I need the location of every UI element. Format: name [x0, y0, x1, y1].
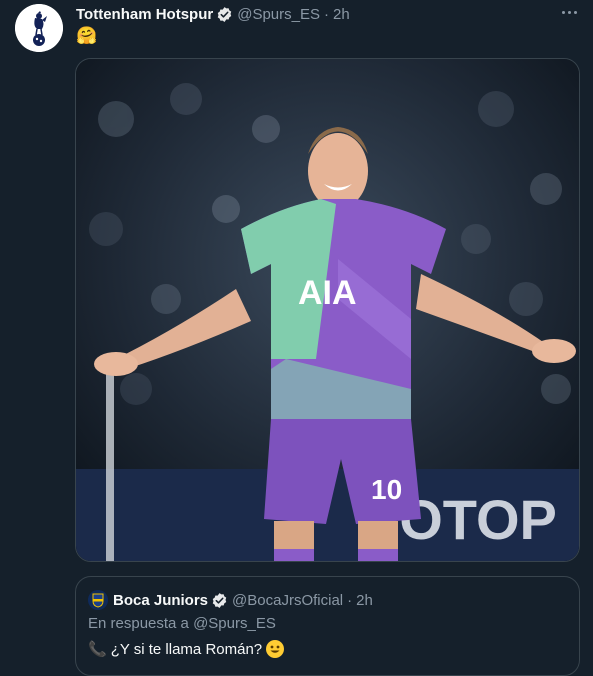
quote-text: ¿Y si te llama Román?: [110, 640, 263, 658]
quote-text-row: 📞 ¿Y si te llama Román?: [88, 640, 285, 658]
quote-time[interactable]: 2h: [356, 592, 373, 609]
tweet: Tottenham Hotspur @Spurs_ES · 2h 🤗 TOTOP…: [0, 0, 593, 676]
boca-crest-icon: [88, 590, 108, 610]
tweet-header: Tottenham Hotspur @Spurs_ES · 2h: [76, 4, 350, 24]
separator-dot: ·: [323, 5, 329, 23]
tweet-text: 🤗: [76, 26, 98, 45]
author-handle[interactable]: @Spurs_ES: [237, 6, 320, 23]
quoted-tweet[interactable]: Boca Juniors @BocaJrsOficial · 2h En res…: [75, 576, 580, 676]
shirt-number: 10: [371, 474, 402, 505]
quote-header: Boca Juniors @BocaJrsOficial · 2h: [88, 590, 373, 610]
more-icon[interactable]: [557, 2, 581, 22]
spurs-avatar[interactable]: [15, 4, 63, 52]
separator-dot: ·: [347, 591, 353, 609]
quote-author-name[interactable]: Boca Juniors: [113, 592, 208, 609]
spurs-crest-icon: [15, 4, 63, 52]
verified-icon: [211, 592, 228, 609]
reply-prefix: En respuesta a: [88, 615, 189, 632]
quote-author-handle[interactable]: @BocaJrsOficial: [232, 592, 343, 609]
smiling-face-icon: [266, 640, 285, 658]
author-name[interactable]: Tottenham Hotspur: [76, 6, 213, 23]
tweet-time[interactable]: 2h: [333, 6, 350, 23]
phone-icon: 📞: [88, 641, 107, 658]
harry-kane-photo: TOTOP AIA 10: [76, 59, 579, 561]
tweet-photo[interactable]: TOTOP AIA 10: [75, 58, 580, 562]
reply-context: En respuesta a @Spurs_ES: [88, 615, 276, 632]
jersey-sponsor: AIA: [298, 274, 357, 312]
verified-icon: [216, 6, 233, 23]
reply-mention[interactable]: @Spurs_ES: [193, 615, 276, 632]
